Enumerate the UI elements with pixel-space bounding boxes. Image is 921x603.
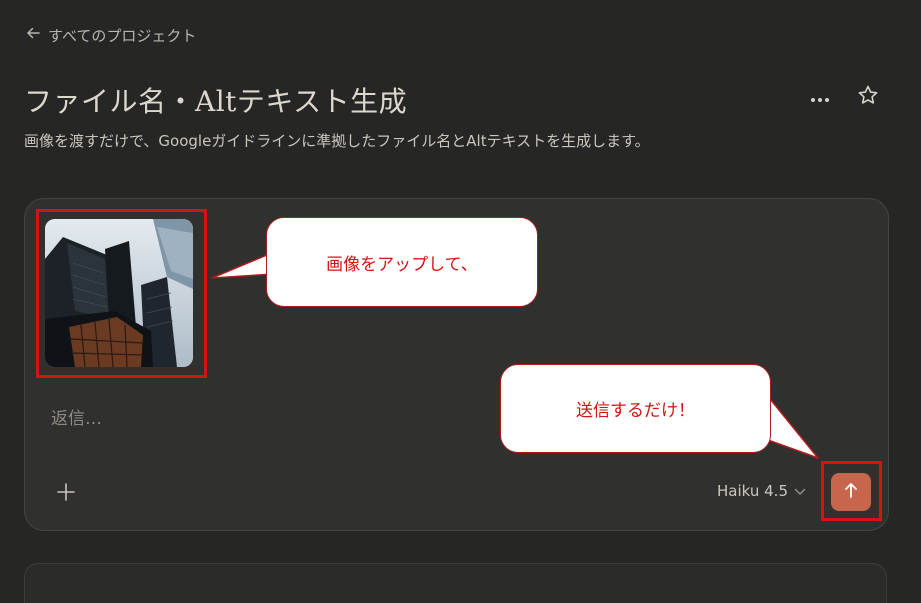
star-icon xyxy=(857,84,879,110)
skyscraper-photo xyxy=(45,219,193,367)
add-attachment-button[interactable] xyxy=(51,479,81,509)
plus-icon xyxy=(56,482,76,506)
back-link-label: すべてのプロジェクト xyxy=(48,26,197,45)
send-callout: 送信するだけ！ xyxy=(500,364,771,453)
model-label: Haiku 4.5 xyxy=(717,482,788,500)
back-to-projects-link[interactable]: すべてのプロジェクト xyxy=(24,24,196,46)
project-description: 画像を渡すだけで、Googleガイドラインに準拠したファイル名とAltテキストを… xyxy=(24,132,650,150)
title-actions xyxy=(807,84,881,110)
send-button[interactable] xyxy=(831,473,871,511)
upload-callout: 画像をアップして、 xyxy=(266,217,538,307)
arrow-left-icon xyxy=(24,24,42,46)
star-button[interactable] xyxy=(855,84,881,110)
project-page: すべてのプロジェクト ファイル名・Altテキスト生成 画像を渡すだけで、Goog… xyxy=(0,0,921,603)
arrow-up-icon xyxy=(843,481,859,503)
more-options-button[interactable] xyxy=(807,84,833,110)
send-callout-text: 送信するだけ！ xyxy=(576,401,695,421)
page-title: ファイル名・Altテキスト生成 xyxy=(24,85,408,118)
attached-image-thumbnail[interactable] xyxy=(45,219,193,367)
callout-pointer-send xyxy=(765,393,819,459)
model-selector[interactable]: Haiku 4.5 xyxy=(717,482,806,500)
ellipsis-icon xyxy=(810,88,830,107)
upload-callout-text: 画像をアップして、 xyxy=(326,254,478,275)
project-knowledge-card xyxy=(24,563,887,603)
chevron-down-icon xyxy=(794,482,806,500)
